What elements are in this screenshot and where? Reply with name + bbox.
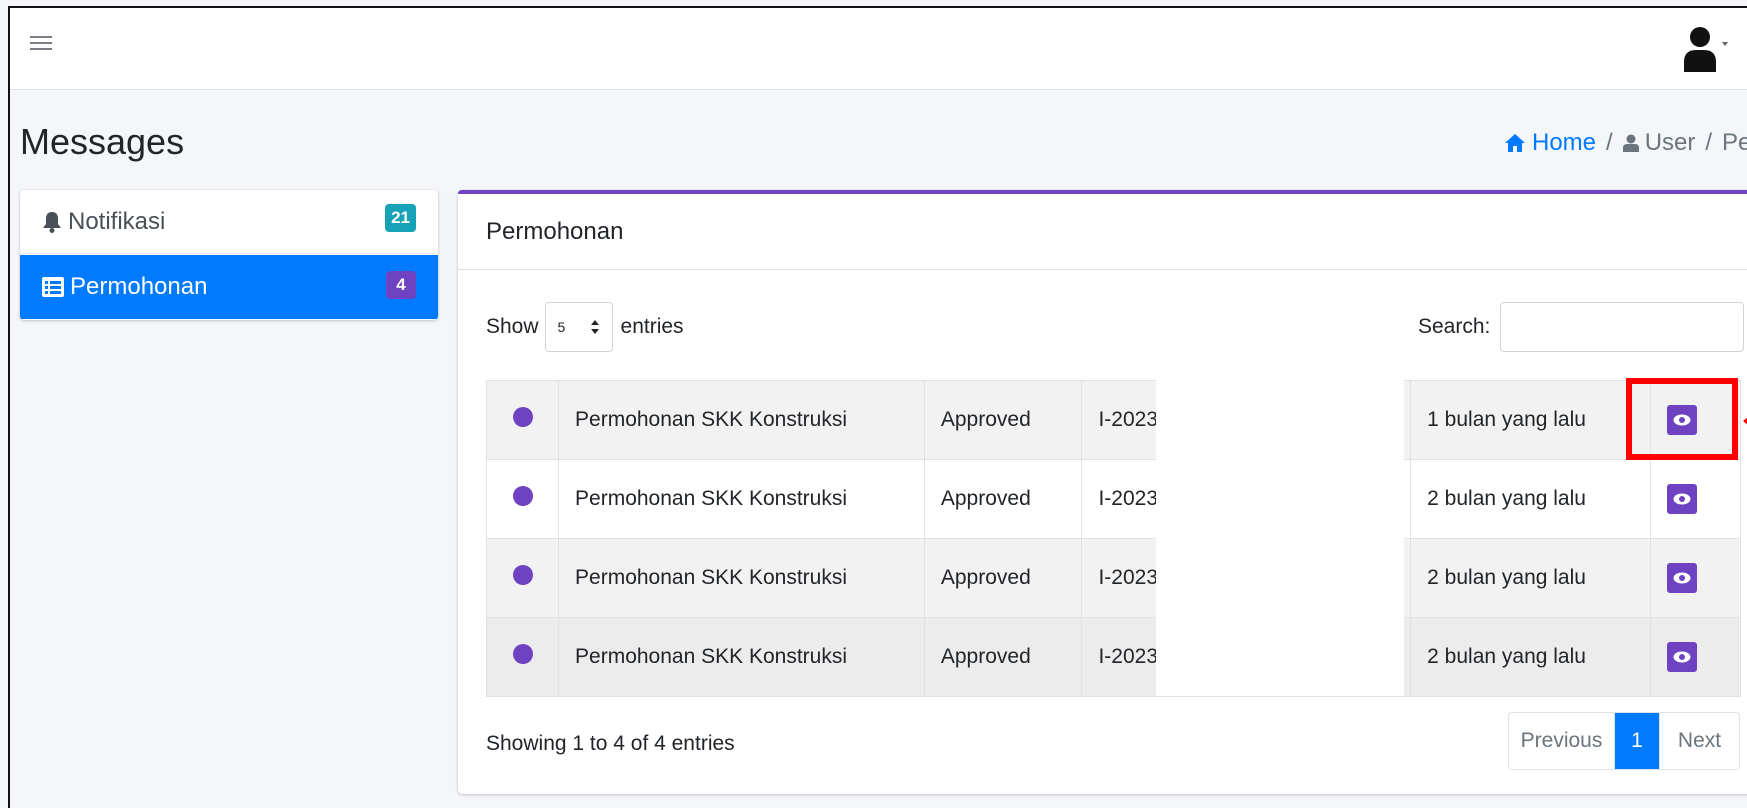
notifikasi-count-badge: 21 [385,204,416,232]
table-search: Search: [1418,302,1745,352]
message-time: 2 bulan yang lalu [1410,538,1651,618]
unread-dot-icon [512,644,533,664]
breadcrumb-home-label: Home [1532,129,1597,156]
next-page-button[interactable]: Next [1659,713,1739,769]
table-info: Showing 1 to 4 of 4 entries [486,732,735,755]
hamburger-menu-icon[interactable] [30,32,52,54]
redaction-mask [1156,380,1404,696]
app-frame: Messages Home / User / Pesan Notifikasi … [8,6,1747,808]
entries-length-control: Show 5 entries [486,302,684,352]
status-dot-cell [485,617,560,697]
entries-label: entries [620,315,684,338]
message-title[interactable]: Permohonan SKK Konstruksi [558,617,925,697]
message-title[interactable]: Permohonan SKK Konstruksi [558,380,925,460]
card-header: Permohonan [458,194,1747,270]
breadcrumb-user: User [1644,129,1696,156]
permohonan-count-badge: 4 [386,271,416,299]
breadcrumb-separator: / [1606,129,1613,156]
page-title: Messages [20,121,185,162]
entries-per-page-value: 5 [557,319,566,335]
view-button[interactable] [1666,484,1697,514]
action-cell [1649,617,1742,697]
annotation-arrow-icon [1743,408,1747,434]
sidebar-item-notifikasi[interactable]: Notifikasi 21 [20,190,438,254]
search-input[interactable] [1500,302,1745,352]
bell-icon [43,211,61,233]
breadcrumb: Home / User / Pesan [1504,129,1747,157]
status-dot-cell [485,538,560,618]
table-row: Permohonan SKK Konstruksi Approved I-202… [485,459,1742,539]
breadcrumb-home-link[interactable]: Home [1504,129,1596,157]
message-time: 2 bulan yang lalu [1410,459,1651,539]
unread-dot-icon [512,407,533,427]
message-title[interactable]: Permohonan SKK Konstruksi [558,538,925,618]
permohonan-table: Permohonan SKK Konstruksi Approved I-202… [485,380,1742,697]
previous-page-button[interactable]: Previous [1509,713,1615,769]
permohonan-card: Permohonan Show 5 entries Search: Permoh… [458,190,1747,794]
home-icon [1505,134,1525,152]
status-dot-cell [485,459,560,539]
show-label: Show [486,315,539,338]
unread-dot-icon [512,565,533,585]
sort-arrows-icon [590,320,599,334]
action-cell [1649,459,1742,539]
annotation-highlight-box [1626,378,1738,460]
message-status: Approved [923,617,1083,697]
unread-dot-icon [512,486,533,506]
view-button[interactable] [1666,642,1697,672]
message-status: Approved [923,459,1083,539]
sidebar-item-label: Permohonan [70,273,208,300]
table-row: Permohonan SKK Konstruksi Approved I-202… [485,380,1742,460]
message-folders-card: Notifikasi 21 Permohonan 4 [20,190,438,320]
status-dot-cell [485,380,560,460]
eye-icon [1673,651,1691,663]
table-row: Permohonan SKK Konstruksi Approved I-202… [485,617,1742,697]
list-icon [42,277,64,297]
sidebar-item-permohonan[interactable]: Permohonan 4 [20,255,438,319]
page-1-button[interactable]: 1 [1615,713,1659,769]
action-cell [1649,538,1742,618]
eye-icon [1673,493,1691,505]
message-time: 2 bulan yang lalu [1410,617,1651,697]
top-navbar [10,8,1747,90]
message-status: Approved [923,538,1083,618]
message-title[interactable]: Permohonan SKK Konstruksi [558,459,925,539]
entries-per-page-select[interactable]: 5 [544,302,613,352]
message-status: Approved [923,380,1083,460]
user-menu-icon[interactable] [1684,26,1728,72]
table-row: Permohonan SKK Konstruksi Approved I-202… [485,538,1742,618]
search-label: Search: [1418,315,1491,338]
view-button[interactable] [1666,563,1697,593]
breadcrumb-current: Pesan [1722,129,1747,156]
breadcrumb-separator: / [1705,129,1713,156]
user-icon [1622,134,1639,152]
sidebar-item-label: Notifikasi [68,207,166,235]
pagination: Previous 1 Next [1508,712,1740,770]
card-title: Permohonan [486,218,624,245]
eye-icon [1673,572,1691,584]
message-time: 1 bulan yang lalu [1410,380,1651,460]
